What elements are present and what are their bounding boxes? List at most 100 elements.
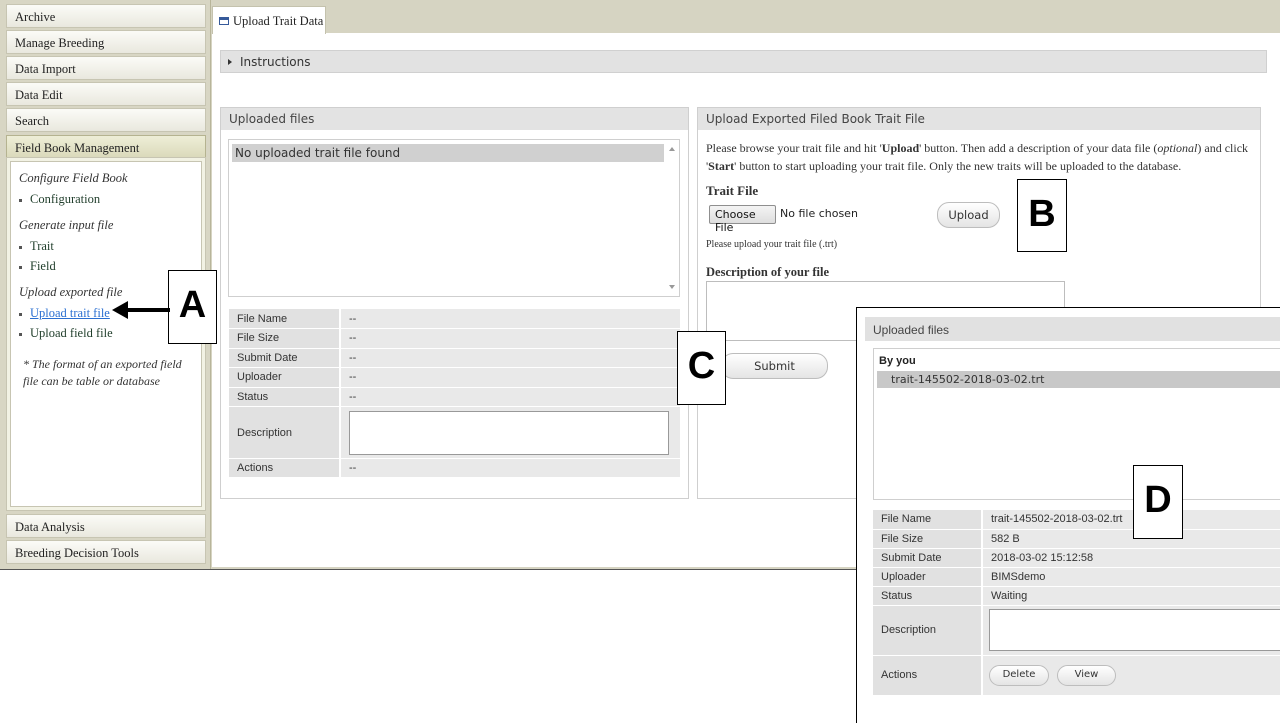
menu-item-trait[interactable]: Trait — [19, 239, 54, 254]
empty-list-message: No uploaded trait file found — [232, 144, 664, 162]
row-value: 582 B — [982, 529, 1280, 549]
uploaded-files-panel: Uploaded files No uploaded trait file fo… — [220, 107, 689, 499]
table-row: Description — [229, 406, 680, 459]
overlay-description-textarea[interactable] — [989, 609, 1280, 651]
menu-item-upload-field-file[interactable]: Upload field file — [19, 326, 113, 341]
row-key: Description — [229, 406, 341, 459]
menu-field-book-management[interactable]: Field Book Management — [6, 135, 206, 159]
text-start-bold: Start — [708, 159, 735, 173]
table-row: Description — [873, 605, 1280, 656]
callout-b: B — [1017, 179, 1067, 252]
instructions-label: Instructions — [240, 55, 311, 69]
menu-data-import[interactable]: Data Import — [6, 56, 206, 80]
row-value: -- — [340, 458, 680, 478]
row-key: Description — [873, 605, 983, 656]
scroll-down-icon[interactable] — [669, 285, 675, 289]
description-textarea[interactable] — [349, 410, 669, 455]
upload-button[interactable]: Upload — [937, 202, 1000, 228]
scroll-up-icon[interactable] — [669, 147, 675, 151]
no-file-chosen-text: No file chosen — [780, 207, 858, 220]
bullet-icon — [19, 312, 22, 316]
expand-arrow-icon — [228, 59, 232, 65]
row-key: File Size — [873, 529, 983, 549]
row-value: 2018-03-02 15:12:58 — [982, 548, 1280, 568]
menu-breeding-decision-tools[interactable]: Breeding Decision Tools — [6, 540, 206, 564]
overlay-group-label: By you — [879, 355, 916, 367]
menu-item-field-label: Field — [30, 259, 56, 273]
view-button[interactable]: View — [1057, 664, 1116, 686]
menu-archive[interactable]: Archive — [6, 4, 206, 28]
table-row: Actions -- — [229, 458, 680, 478]
row-value: trait-145502-2018-03-02.trt — [982, 510, 1280, 530]
trait-file-label: Trait File — [706, 183, 759, 198]
table-row: Actions Delete View — [873, 655, 1280, 696]
overlay-file-item[interactable]: trait-145502-2018-03-02.trt — [877, 371, 1280, 388]
uploaded-files-title: Uploaded files — [221, 108, 688, 130]
upload-panel-title: Upload Exported Filed Book Trait File — [698, 108, 1260, 130]
choose-file-button[interactable]: Choose File — [709, 205, 776, 234]
menu-manage-breeding[interactable]: Manage Breeding — [6, 30, 206, 54]
callout-a: A — [168, 270, 217, 344]
table-row: Submit Date 2018-03-02 15:12:58 — [873, 548, 1280, 568]
instructions-toggle[interactable]: Instructions — [220, 50, 1267, 73]
table-row: File Size -- — [229, 328, 680, 349]
overlay-title: Uploaded files — [865, 317, 1280, 341]
row-key: Actions — [229, 458, 341, 478]
callout-d: D — [1133, 465, 1183, 539]
bullet-icon — [19, 332, 22, 336]
overlay-file-list[interactable]: By you trait-145502-2018-03-02.trt — [873, 348, 1280, 500]
row-value: BIMSdemo — [982, 567, 1280, 587]
menu-data-analysis[interactable]: Data Analysis — [6, 514, 206, 538]
tab-upload-trait-data[interactable]: Upload Trait Data — [212, 6, 326, 34]
menu-item-field[interactable]: Field — [19, 259, 56, 274]
row-value: -- — [340, 309, 680, 329]
menu-search[interactable]: Search — [6, 108, 206, 132]
table-row: Status -- — [229, 387, 680, 407]
table-row: Submit Date -- — [229, 348, 680, 368]
row-key: Submit Date — [873, 548, 983, 568]
row-key: Status — [229, 387, 341, 407]
menu-item-configuration-label: Configuration — [30, 192, 101, 206]
menu-item-configuration[interactable]: Configuration — [19, 192, 100, 207]
section-generate-input-file: Generate input file — [19, 218, 114, 232]
delete-button[interactable]: Delete — [989, 664, 1049, 686]
table-row: File Name trait-145502-2018-03-02.trt — [873, 510, 1280, 530]
row-value: -- — [340, 387, 680, 407]
table-row: File Size 582 B — [873, 529, 1280, 549]
submit-button[interactable]: Submit — [721, 353, 828, 379]
row-value: -- — [340, 348, 680, 368]
table-row: Uploader -- — [229, 367, 680, 388]
row-key: Uploader — [229, 367, 341, 388]
trt-hint: Please upload your trait file (.trt) — [706, 239, 838, 250]
row-key: File Size — [229, 328, 341, 349]
table-row: Uploader BIMSdemo — [873, 567, 1280, 587]
row-key: File Name — [873, 510, 983, 530]
uploaded-files-zoom-overlay: Uploaded files By you trait-145502-2018-… — [856, 307, 1280, 723]
uploaded-files-list[interactable]: No uploaded trait file found — [228, 139, 680, 297]
text-part: ' button. Then add a description of your… — [919, 141, 1158, 155]
row-value: -- — [340, 367, 680, 388]
menu-item-upload-trait-file[interactable]: Upload trait file — [19, 306, 110, 321]
row-key: Actions — [873, 655, 983, 696]
callout-c: C — [677, 331, 726, 405]
tab-label: Upload Trait Data — [233, 14, 324, 28]
text-upload-bold: Upload — [881, 141, 920, 155]
file-info-table: File Name -- File Size -- Submit Date -- Up… — [229, 309, 680, 478]
file-description-label: Description of your file — [706, 265, 830, 279]
row-key: Submit Date — [229, 348, 341, 368]
format-note: * The format of an exported field file c… — [23, 357, 182, 388]
bullet-icon — [19, 198, 22, 202]
menu-data-edit[interactable]: Data Edit — [6, 82, 206, 106]
tab-window-icon — [219, 17, 229, 25]
upload-trait-file-link[interactable]: Upload trait file — [30, 306, 110, 320]
table-row: Status Waiting — [873, 586, 1280, 606]
bullet-icon — [19, 265, 22, 269]
section-upload-exported-file: Upload exported file — [19, 285, 123, 299]
section-configure-field-book: Configure Field Book — [19, 171, 128, 185]
row-key: Status — [873, 586, 983, 606]
bullet-icon — [19, 245, 22, 249]
menu-item-trait-label: Trait — [30, 239, 54, 253]
row-value: -- — [340, 328, 680, 349]
upload-instructions-text: Please browse your trait file and hit 'U… — [706, 139, 1251, 175]
row-key: File Name — [229, 309, 341, 329]
